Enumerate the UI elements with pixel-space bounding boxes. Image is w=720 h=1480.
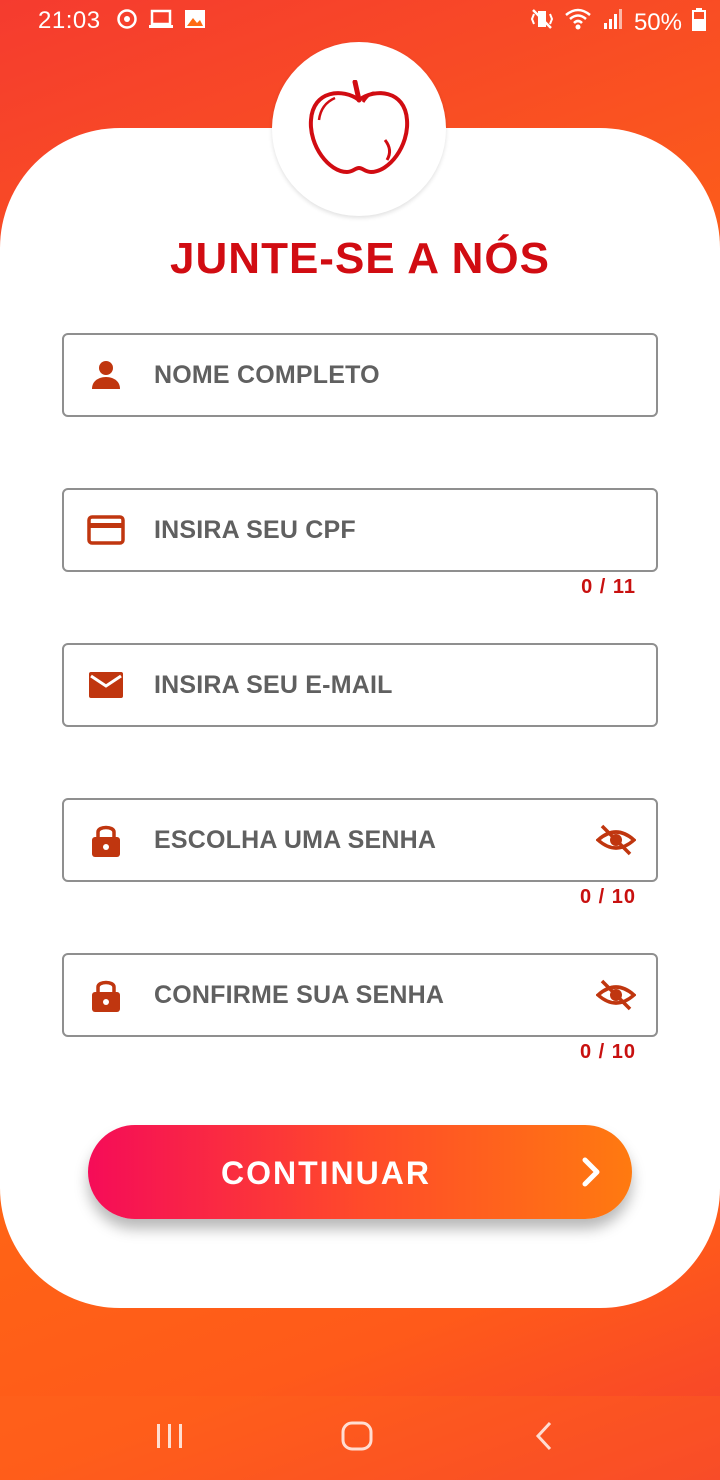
full-name-placeholder: NOME COMPLETO: [154, 361, 380, 389]
continue-button-label: CONTINUAR: [221, 1155, 431, 1191]
confirm-password-placeholder: CONFIRME SUA SENHA: [154, 981, 445, 1009]
status-bar: 21:03 50%: [0, 0, 720, 42]
battery-icon: [692, 7, 706, 38]
password-field[interactable]: ESCOLHA UMA SENHA: [62, 798, 658, 882]
image-icon: [184, 8, 206, 35]
cpf-counter: 0 / 11: [581, 576, 636, 598]
cpf-field[interactable]: INSIRA SEU CPF: [62, 488, 658, 572]
status-time: 21:03: [38, 7, 101, 34]
laptop-icon: [148, 8, 174, 35]
cpf-placeholder: INSIRA SEU CPF: [154, 516, 356, 544]
wifi-icon: [564, 7, 592, 38]
sync-icon: [116, 8, 138, 35]
eye-off-icon[interactable]: [595, 822, 637, 858]
confirm-password-field[interactable]: CONFIRME SUA SENHA: [62, 953, 658, 1037]
email-field[interactable]: INSIRA SEU E-MAIL: [62, 643, 658, 727]
back-icon[interactable]: [532, 1420, 556, 1457]
email-placeholder: INSIRA SEU E-MAIL: [154, 671, 393, 699]
chevron-right-icon: [580, 1157, 602, 1192]
lock-icon: [86, 822, 126, 858]
signal-icon: [602, 7, 624, 38]
continue-button[interactable]: CONTINUAR: [88, 1125, 632, 1219]
vibrate-icon: [530, 7, 554, 38]
password-counter: 0 / 10: [579, 886, 636, 908]
battery-percent: 50%: [633, 8, 682, 36]
navigation-bar: [0, 1396, 720, 1480]
apple-icon: [308, 80, 410, 175]
page-title: JUNTE-SE A NÓS: [170, 234, 550, 283]
person-icon: [86, 357, 126, 393]
password-placeholder: ESCOLHA UMA SENHA: [154, 826, 437, 854]
full-name-field[interactable]: NOME COMPLETO: [62, 333, 658, 417]
logo: [272, 42, 446, 216]
mail-icon: [86, 667, 126, 703]
lock-icon: [86, 977, 126, 1013]
confirm-password-counter: 0 / 10: [579, 1041, 636, 1063]
eye-off-icon[interactable]: [595, 977, 637, 1013]
home-icon[interactable]: [340, 1420, 374, 1457]
recents-icon[interactable]: [154, 1420, 186, 1457]
card-icon: [86, 512, 126, 548]
